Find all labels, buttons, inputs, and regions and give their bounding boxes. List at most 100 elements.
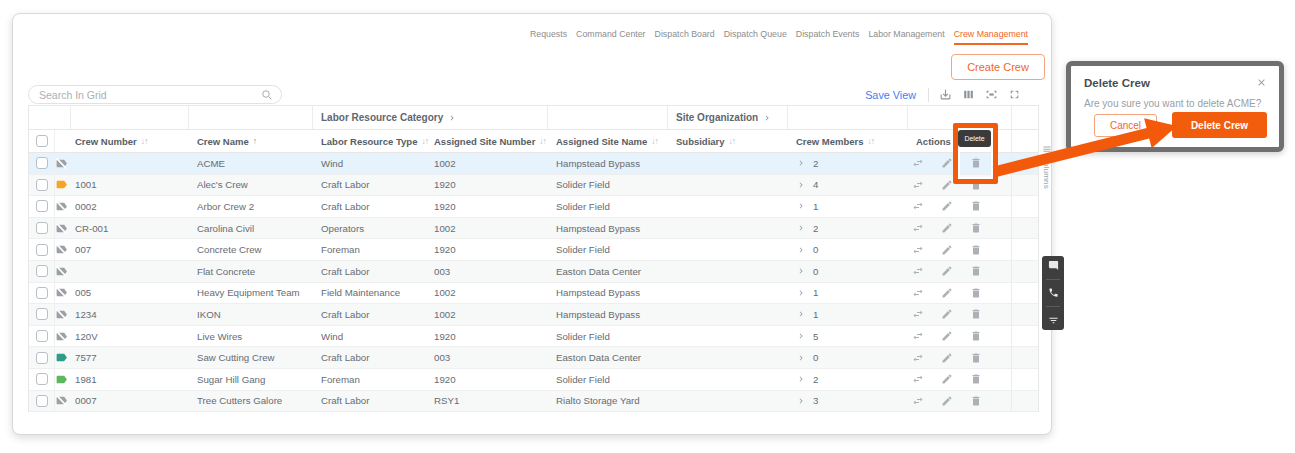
table-row[interactable]: 1234 IKON Craft Labor 1002 Hampstead Byp… xyxy=(29,304,1038,326)
expand-row-icon[interactable] xyxy=(796,288,806,298)
table-row[interactable]: 005 Heavy Equipment Team Field Maintenan… xyxy=(29,283,1038,305)
expand-row-icon[interactable] xyxy=(796,223,806,233)
edit-icon[interactable] xyxy=(941,373,953,385)
create-crew-button[interactable]: Create Crew xyxy=(951,54,1045,80)
edit-icon[interactable] xyxy=(941,200,953,212)
column-header-crew-members[interactable]: Crew Members↓↑ xyxy=(788,130,908,152)
column-header-crew-name[interactable]: Crew Name↑ xyxy=(189,130,313,152)
expand-row-icon[interactable] xyxy=(796,158,806,168)
crew-members-cell[interactable]: 5 xyxy=(788,326,908,347)
row-checkbox[interactable] xyxy=(36,200,48,212)
edit-icon[interactable] xyxy=(941,222,953,234)
transfer-icon[interactable] xyxy=(912,287,924,299)
expand-row-icon[interactable] xyxy=(796,331,806,341)
select-all-checkbox[interactable] xyxy=(36,135,48,147)
transfer-icon[interactable] xyxy=(912,373,924,385)
transfer-icon[interactable] xyxy=(912,330,924,342)
delete-icon[interactable] xyxy=(970,287,982,299)
delete-icon[interactable] xyxy=(970,265,982,277)
row-checkbox[interactable] xyxy=(36,265,48,277)
delete-icon[interactable] xyxy=(970,308,982,320)
crew-members-cell[interactable]: 1 xyxy=(788,196,908,217)
delete-icon[interactable] xyxy=(970,222,982,234)
row-checkbox[interactable] xyxy=(36,308,48,320)
column-header-assigned-site-number[interactable]: Assigned Site Number↓↑ xyxy=(426,130,548,152)
edit-icon[interactable] xyxy=(941,265,953,277)
cancel-button[interactable]: Cancel xyxy=(1094,114,1157,137)
table-row[interactable]: 120V Live Wires Wind 1920 Solider Field … xyxy=(29,326,1038,348)
table-row[interactable]: 1001 Alec's Crew Craft Labor 1920 Solide… xyxy=(29,175,1038,197)
table-row[interactable]: CR-001 Carolina Civil Operators 1002 Ham… xyxy=(29,218,1038,240)
delete-icon[interactable] xyxy=(970,330,982,342)
table-row[interactable]: 1981 Sugar Hill Gang Foreman 1920 Solide… xyxy=(29,369,1038,391)
column-header-labor-resource-type[interactable]: Labor Resource Type↓↑ xyxy=(313,130,426,152)
columns-icon[interactable] xyxy=(962,88,975,101)
expand-row-icon[interactable] xyxy=(796,245,806,255)
table-row[interactable]: Flat Concrete Craft Labor 003 Easton Dat… xyxy=(29,261,1038,283)
fit-width-icon[interactable] xyxy=(985,88,998,101)
expand-row-icon[interactable] xyxy=(796,201,806,211)
row-checkbox[interactable] xyxy=(36,330,48,342)
save-view-link[interactable]: Save View xyxy=(865,89,916,101)
row-checkbox[interactable] xyxy=(36,222,48,234)
delete-icon[interactable] xyxy=(970,200,982,212)
filter-icon[interactable] xyxy=(1048,315,1059,326)
expand-row-icon[interactable] xyxy=(796,266,806,276)
nav-tab-crew-management[interactable]: Crew Management xyxy=(954,29,1028,45)
column-header-crew-number[interactable]: Crew Number↓↑ xyxy=(71,130,189,152)
nav-tab-labor-management[interactable]: Labor Management xyxy=(868,29,944,45)
nav-tab-dispatch-board[interactable]: Dispatch Board xyxy=(655,29,715,45)
delete-icon[interactable] xyxy=(970,352,982,364)
edit-icon[interactable] xyxy=(941,330,953,342)
transfer-icon[interactable] xyxy=(912,308,924,320)
delete-icon[interactable] xyxy=(970,244,982,256)
table-row[interactable]: 7577 Saw Cutting Crew Craft Labor 003 Ea… xyxy=(29,347,1038,369)
edit-icon[interactable] xyxy=(941,352,953,364)
nav-tab-command-center[interactable]: Command Center xyxy=(576,29,645,45)
close-icon[interactable] xyxy=(1256,77,1267,88)
transfer-icon[interactable] xyxy=(912,244,924,256)
crew-members-cell[interactable]: 1 xyxy=(788,304,908,325)
row-checkbox[interactable] xyxy=(36,179,48,191)
edit-icon[interactable] xyxy=(941,308,953,320)
transfer-icon[interactable] xyxy=(912,265,924,277)
expand-row-icon[interactable] xyxy=(796,374,806,384)
crew-members-cell[interactable]: 4 xyxy=(788,175,908,196)
expand-row-icon[interactable] xyxy=(796,180,806,190)
group-site-organization[interactable]: Site Organization xyxy=(668,106,788,129)
table-row[interactable]: 0007 Tree Cutters Galore Craft Labor RSY… xyxy=(29,391,1038,413)
table-row[interactable]: 0002 Arbor Crew 2 Craft Labor 1920 Solid… xyxy=(29,196,1038,218)
search-input[interactable]: Search In Grid xyxy=(28,85,282,104)
edit-icon[interactable] xyxy=(941,395,953,407)
transfer-icon[interactable] xyxy=(912,179,924,191)
crew-members-cell[interactable]: 0 xyxy=(788,261,908,282)
crew-members-cell[interactable]: 2 xyxy=(788,369,908,390)
transfer-icon[interactable] xyxy=(912,222,924,234)
transfer-icon[interactable] xyxy=(912,352,924,364)
edit-icon[interactable] xyxy=(941,179,953,191)
row-checkbox[interactable] xyxy=(36,287,48,299)
transfer-icon[interactable] xyxy=(912,157,924,169)
column-header-assigned-site-name[interactable]: Assigned Site Name↓↑ xyxy=(548,130,668,152)
delete-icon[interactable] xyxy=(970,395,982,407)
row-checkbox[interactable] xyxy=(36,244,48,256)
crew-members-cell[interactable]: 3 xyxy=(788,391,908,412)
transfer-icon[interactable] xyxy=(912,395,924,407)
crew-members-cell[interactable]: 0 xyxy=(788,239,908,260)
table-row[interactable]: 007 Concrete Crew Foreman 1920 Solider F… xyxy=(29,239,1038,261)
row-checkbox[interactable] xyxy=(36,395,48,407)
nav-tab-dispatch-events[interactable]: Dispatch Events xyxy=(796,29,860,45)
delete-icon[interactable] xyxy=(970,373,982,385)
edit-icon[interactable] xyxy=(941,244,953,256)
phone-icon[interactable] xyxy=(1048,287,1059,298)
feedback-icon[interactable] xyxy=(1048,260,1059,271)
edit-icon[interactable] xyxy=(941,157,953,169)
expand-row-icon[interactable] xyxy=(796,353,806,363)
crew-members-cell[interactable]: 2 xyxy=(788,218,908,239)
row-checkbox[interactable] xyxy=(36,373,48,385)
download-icon[interactable] xyxy=(939,88,952,101)
group-labor-resource-category[interactable]: Labor Resource Category xyxy=(313,106,548,129)
column-header-subsidiary[interactable]: Subsidiary↓↑ xyxy=(668,130,788,152)
columns-side-panel-tab[interactable]: Columns xyxy=(1040,145,1053,189)
expand-row-icon[interactable] xyxy=(796,309,806,319)
